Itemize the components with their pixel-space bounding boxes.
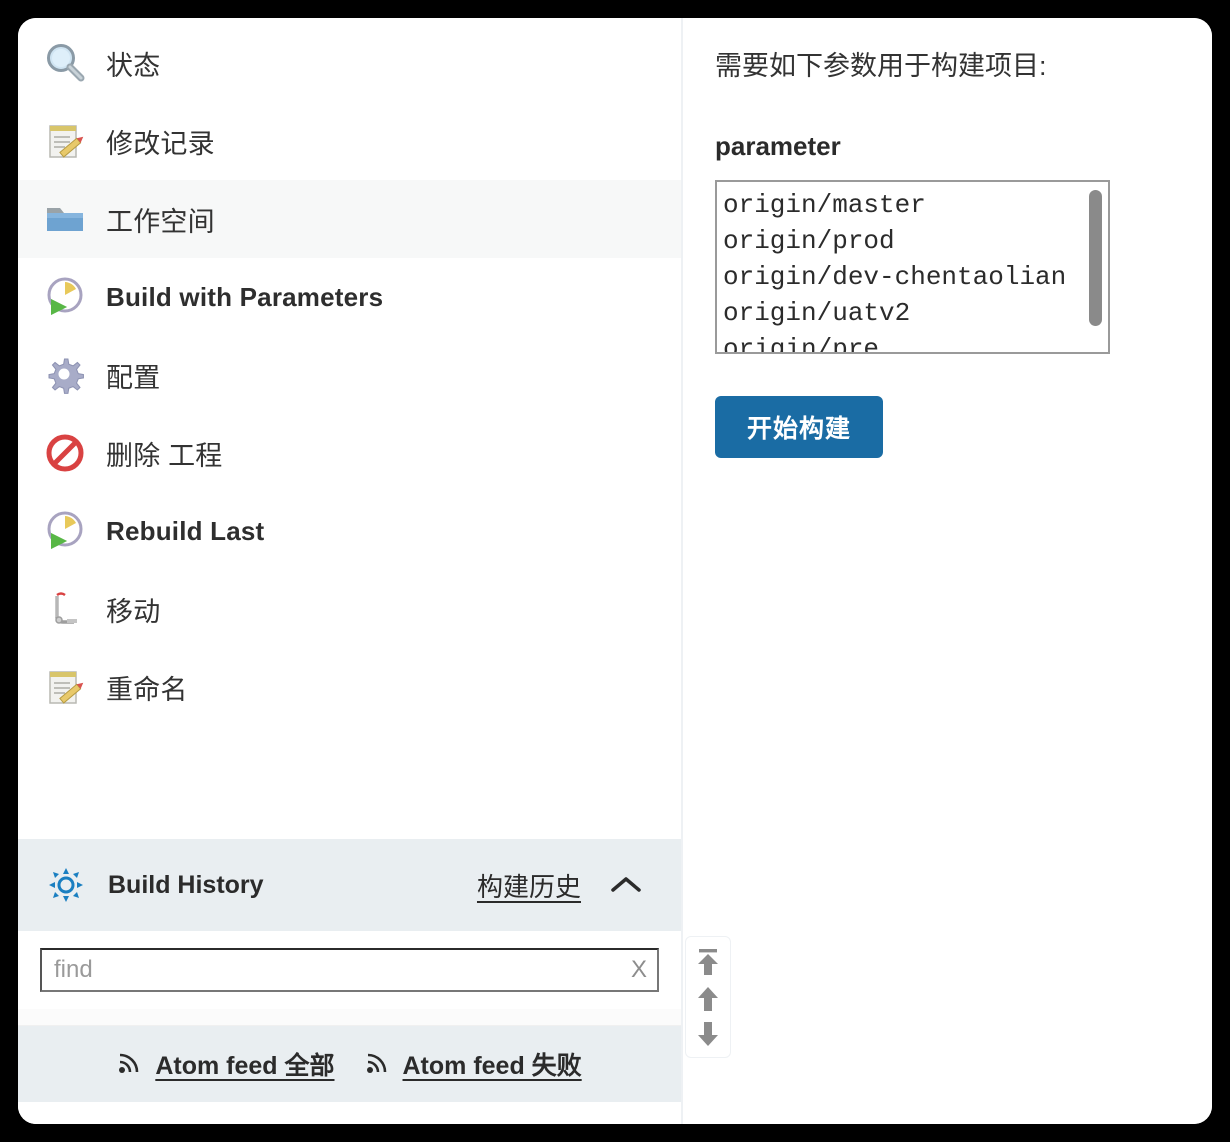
build-history-list-empty xyxy=(18,1009,681,1026)
main-panel: 需要如下参数用于构建项目: parameter origin/master or… xyxy=(683,18,1212,1124)
sidebar-item-configure[interactable]: 配置 xyxy=(18,336,681,414)
build-history-find-row: X xyxy=(18,931,681,1009)
build-history-link[interactable]: 构建历史 xyxy=(477,867,581,904)
parameter-label: parameter xyxy=(715,131,841,161)
list-item[interactable]: origin/prod xyxy=(723,223,1108,259)
list-item[interactable]: origin/pre xyxy=(723,331,1108,352)
listbox-scrollbar-thumb[interactable] xyxy=(1089,190,1102,326)
atom-feeds-footer: Atom feed 全部 Atom feed 失败 xyxy=(18,1026,681,1102)
list-item[interactable]: origin/uatv2 xyxy=(723,295,1108,331)
notepad-pencil-icon xyxy=(42,118,88,164)
sidebar-item-move[interactable]: 移动 xyxy=(18,570,681,648)
clock-play-icon xyxy=(42,508,88,554)
forbidden-icon xyxy=(42,430,88,476)
start-build-button[interactable]: 开始构建 xyxy=(715,396,883,458)
sidebar-item-label: 配置 xyxy=(106,362,161,393)
sidebar-item-label: 删除 工程 xyxy=(106,440,223,471)
list-item[interactable]: origin/dev-chentaolian xyxy=(723,259,1108,295)
scroll-up-button[interactable] xyxy=(695,986,721,1012)
sidebar-item-label: 修改记录 xyxy=(106,128,215,159)
sidebar-bottom-spacer xyxy=(18,1102,681,1124)
sidebar-item-delete-project[interactable]: 删除 工程 xyxy=(18,414,681,492)
rss-icon xyxy=(117,1049,143,1080)
crane-icon xyxy=(42,586,88,632)
parameters-intro-text: 需要如下参数用于构建项目: xyxy=(715,51,1047,81)
atom-feed-all-label: Atom feed 全部 xyxy=(155,1052,335,1080)
sidebar-item-label: Rebuild Last xyxy=(106,515,265,546)
sidebar-item-label: Build with Parameters xyxy=(106,281,384,312)
find-clear-button[interactable]: X xyxy=(631,958,647,982)
build-history-title: Build History xyxy=(108,870,264,899)
atom-feed-failed-label: Atom feed 失败 xyxy=(402,1052,582,1080)
build-history-header[interactable]: Build History 构建历史 xyxy=(18,839,681,931)
scroll-down-button[interactable] xyxy=(695,1021,721,1047)
gear-icon xyxy=(42,352,88,398)
sidebar-item-build-with-parameters[interactable]: Build with Parameters xyxy=(18,258,681,336)
sidebar-item-rebuild-last[interactable]: Rebuild Last xyxy=(18,492,681,570)
atom-feed-failed-link[interactable]: Atom feed 失败 xyxy=(365,1046,582,1082)
scroll-to-top-button[interactable] xyxy=(695,947,721,977)
atom-feed-all-link[interactable]: Atom feed 全部 xyxy=(117,1046,335,1082)
parameter-listbox[interactable]: origin/master origin/prod origin/dev-che… xyxy=(715,180,1110,354)
sidebar-item-label: 移动 xyxy=(106,596,161,627)
find-input[interactable] xyxy=(40,948,659,992)
sidebar: 状态 修改记录 工作空间 Build with Parameters 配置 删除… xyxy=(18,18,683,1124)
sidebar-item-status[interactable]: 状态 xyxy=(18,24,681,102)
sidebar-item-workspace[interactable]: 工作空间 xyxy=(18,180,681,258)
sidebar-item-label: 工作空间 xyxy=(106,206,215,237)
sidebar-nav-list: 状态 修改记录 工作空间 Build with Parameters 配置 删除… xyxy=(18,18,681,726)
notepad-pencil-icon xyxy=(42,664,88,710)
app-card: 状态 修改记录 工作空间 Build with Parameters 配置 删除… xyxy=(18,18,1212,1124)
folder-icon xyxy=(42,196,88,242)
list-item[interactable]: origin/master xyxy=(723,187,1108,223)
sidebar-item-label: 状态 xyxy=(106,50,161,81)
chevron-up-icon[interactable] xyxy=(609,874,643,896)
weather-sun-icon xyxy=(46,868,86,902)
scroll-controls xyxy=(685,936,731,1058)
magnifier-icon xyxy=(42,40,88,86)
sidebar-item-label: 重命名 xyxy=(106,674,188,705)
clock-play-icon xyxy=(42,274,88,320)
rss-icon xyxy=(365,1049,391,1080)
sidebar-item-rename[interactable]: 重命名 xyxy=(18,648,681,726)
sidebar-item-changes[interactable]: 修改记录 xyxy=(18,102,681,180)
